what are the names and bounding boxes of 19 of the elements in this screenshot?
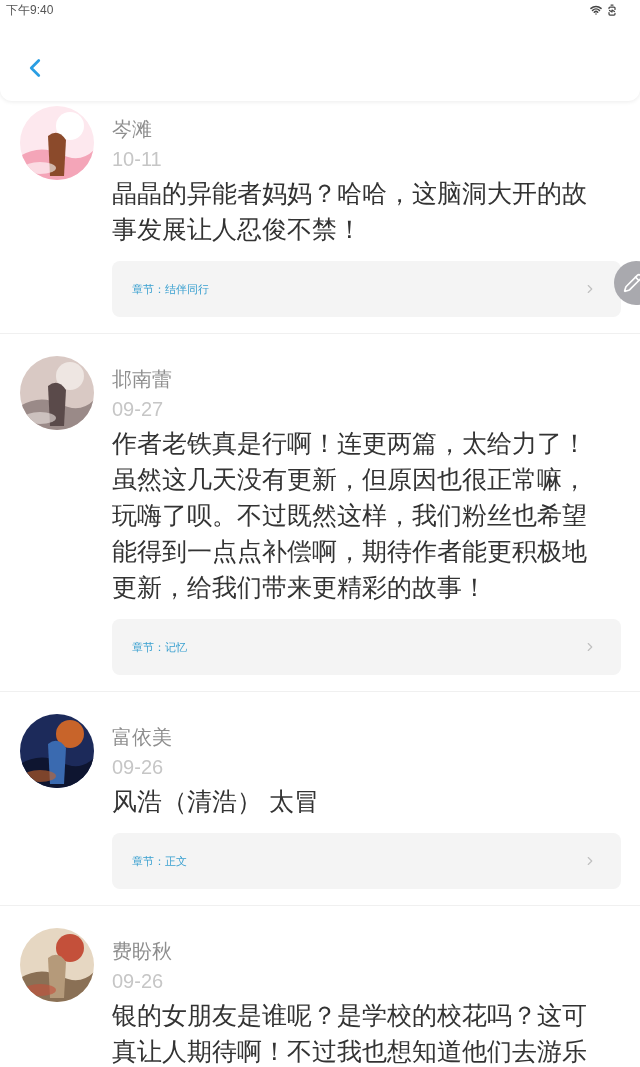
comment-date: 09-26 xyxy=(112,755,164,780)
status-time: 下午9:40 xyxy=(6,2,54,19)
pencil-icon xyxy=(623,273,640,293)
comment-date: 10-11 xyxy=(112,147,162,172)
comment-text: 晶晶的异能者妈妈？哈哈，这脑洞大开的故事发展让人忍俊不禁！ xyxy=(112,178,588,245)
comment-date: 09-26 xyxy=(112,969,164,994)
commenter-name: 岑滩 xyxy=(112,117,152,142)
comment-text: 风浩（清浩） 太冒 xyxy=(112,786,320,817)
wifi-icon xyxy=(590,4,602,16)
commenter-name: 费盼秋 xyxy=(112,939,172,964)
chapter-link[interactable]: 章节：结伴同行 xyxy=(112,261,621,317)
commenter-name: 富依美 xyxy=(112,725,172,750)
commenter-name: 邶南蕾 xyxy=(112,367,172,392)
chapter-link[interactable]: 章节：正文 xyxy=(112,833,621,889)
comment-text: 银的女朋友是谁呢？是学校的校花吗？这可真让人期待啊！不过我也想知道他们去游乐 xyxy=(112,1000,588,1067)
comment-date: 09-27 xyxy=(112,397,164,422)
chapter-link[interactable]: 章节：记忆 xyxy=(112,619,621,675)
comment-text: 作者老铁真是行啊！连更两篇，太给力了！虽然这几天没有更新，但原因也很正常嘛，玩嗨了呗。不过既然这样，我们粉丝也希望能得到一点点补偿啊，期待作者能更积极地更新，给我们带来更精彩的故事！ xyxy=(112,428,588,603)
battery-icon xyxy=(606,4,618,16)
